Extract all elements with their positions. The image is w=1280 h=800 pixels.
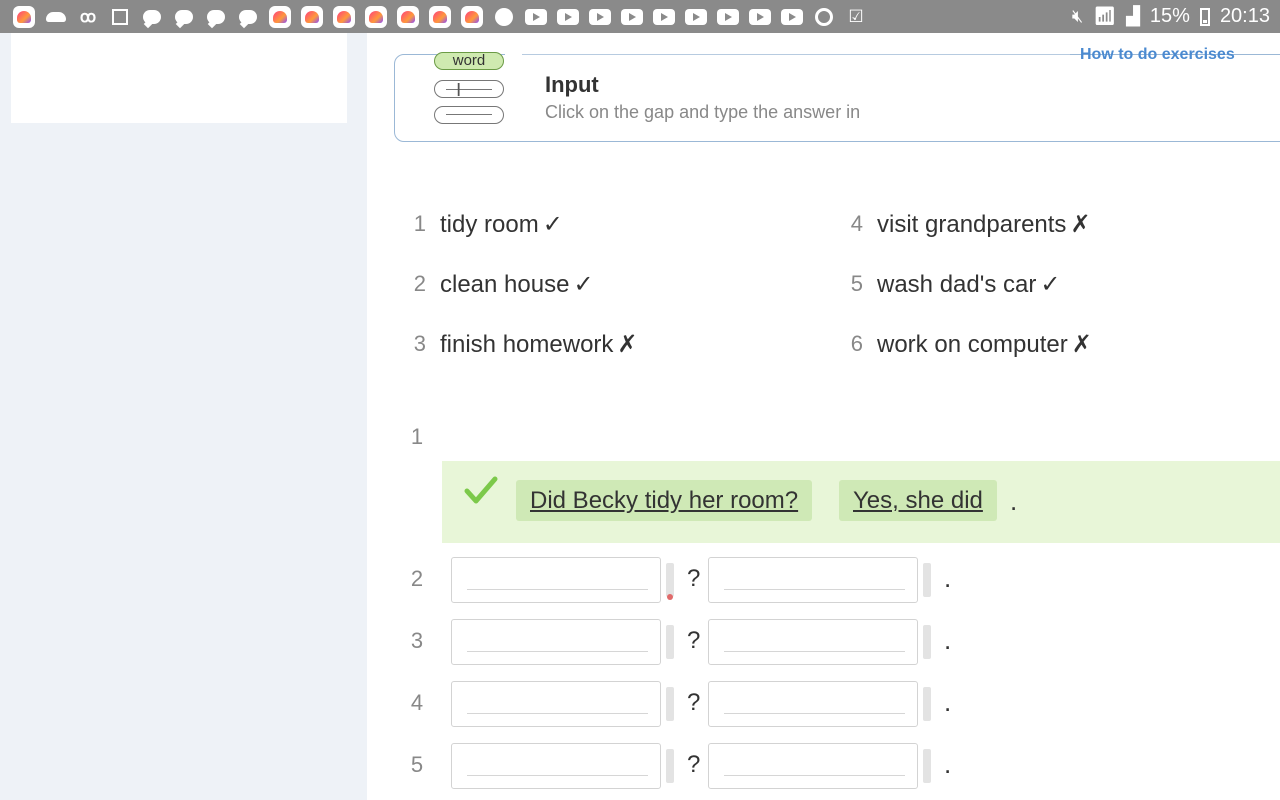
input-illustration-icon: word I	[432, 50, 508, 130]
how-to-link[interactable]: How to do exercises	[1080, 46, 1235, 64]
hint-bar	[923, 749, 931, 783]
heart-app-icon	[392, 0, 424, 33]
correct-check-icon	[464, 476, 498, 504]
answer-response-pill: Yes, she did	[839, 480, 997, 521]
youtube-icon	[776, 0, 808, 33]
question-number: 4	[410, 690, 424, 715]
hint-bar	[666, 563, 674, 600]
battery-percent: 15%	[1149, 5, 1190, 27]
instruction-subtitle: Click on the gap and type the answer in	[545, 102, 861, 122]
answer-input[interactable]	[709, 558, 917, 602]
question-mark: ?	[687, 627, 701, 654]
text-cursor-icon: I	[456, 80, 462, 101]
answer-gap[interactable]	[708, 743, 918, 789]
youtube-icon	[648, 0, 680, 33]
wifi-icon: 📶︎	[1093, 6, 1117, 26]
status-bar: ꝏ ☑ 🔇︎ 📶︎ ▟ 15% 20:13	[0, 0, 1280, 33]
hint-bar	[666, 749, 674, 783]
period: .	[944, 687, 952, 717]
system-status: 🔇︎ 📶︎ ▟ 15% 20:13	[1072, 0, 1270, 33]
question-number: 1	[410, 424, 424, 449]
hint-bar	[666, 687, 674, 721]
chat-bubble-icon	[136, 0, 168, 33]
heart-app-icon	[328, 0, 360, 33]
chat-bubble-icon	[232, 0, 264, 33]
cross-mark-icon: ✗	[617, 330, 638, 358]
answer-gap[interactable]	[708, 557, 918, 603]
question-number: 2	[410, 566, 424, 591]
period: .	[944, 625, 952, 655]
answer-input[interactable]	[709, 682, 917, 726]
question-input[interactable]	[452, 744, 660, 788]
question-gap[interactable]	[451, 681, 661, 727]
question-input[interactable]	[452, 558, 660, 602]
question-mark: ?	[687, 565, 701, 592]
answer-input[interactable]	[709, 620, 917, 664]
notification-icons: ꝏ ☑	[0, 0, 872, 33]
heart-app-icon	[424, 0, 456, 33]
heart-app-icon	[264, 0, 296, 33]
word-pill: word	[434, 52, 504, 70]
hint-bar	[923, 625, 931, 659]
cloud-icon	[40, 0, 72, 33]
youtube-icon	[520, 0, 552, 33]
mute-icon: 🔇︎	[1071, 6, 1084, 26]
divider	[522, 54, 1070, 55]
instruction-title: Input	[545, 72, 599, 97]
question-mark: ?	[687, 689, 701, 716]
cross-mark-icon: ✗	[1071, 330, 1092, 358]
question-mark: ?	[687, 751, 701, 778]
question-number: 5	[410, 752, 424, 777]
heart-app-icon	[456, 0, 488, 33]
check-icon: ☑	[848, 6, 864, 26]
battery-icon	[1199, 7, 1210, 26]
youtube-icon	[552, 0, 584, 33]
heart-app-icon	[8, 0, 40, 33]
question-gap[interactable]	[451, 619, 661, 665]
youtube-icon	[744, 0, 776, 33]
odnoklassniki-icon: ꝏ	[79, 8, 97, 26]
gallery-icon	[104, 0, 136, 33]
chat-bubble-icon	[168, 0, 200, 33]
check-mark-icon: ✓	[1040, 270, 1061, 298]
answer-gap[interactable]	[708, 619, 918, 665]
question-gap[interactable]	[451, 743, 661, 789]
answer-question-pill: Did Becky tidy her room?	[516, 480, 813, 521]
check-mark-icon: ✓	[573, 270, 594, 298]
instruction-box	[394, 54, 1280, 142]
hint-bar	[923, 687, 931, 721]
question-input[interactable]	[452, 620, 660, 664]
cross-mark-icon: ✗	[1070, 210, 1091, 238]
check-mark-icon: ✓	[542, 210, 563, 238]
question-number: 3	[410, 628, 424, 653]
left-panel-card	[11, 33, 347, 123]
notification-icon	[488, 0, 520, 33]
youtube-icon	[584, 0, 616, 33]
signal-icon: ▟	[1126, 6, 1140, 26]
youtube-icon	[680, 0, 712, 33]
youtube-icon	[712, 0, 744, 33]
period: .	[944, 563, 952, 593]
chrome-icon	[808, 0, 840, 33]
question-input[interactable]	[452, 682, 660, 726]
chat-bubble-icon	[200, 0, 232, 33]
answer-input[interactable]	[709, 744, 917, 788]
question-gap[interactable]	[451, 557, 661, 603]
hint-bar	[666, 625, 674, 659]
youtube-icon	[616, 0, 648, 33]
answer-gap[interactable]	[708, 681, 918, 727]
period: .	[944, 749, 952, 779]
heart-app-icon	[360, 0, 392, 33]
hint-bar	[923, 563, 931, 597]
period: .	[1010, 486, 1018, 516]
heart-app-icon	[296, 0, 328, 33]
clock: 20:13	[1219, 5, 1270, 27]
